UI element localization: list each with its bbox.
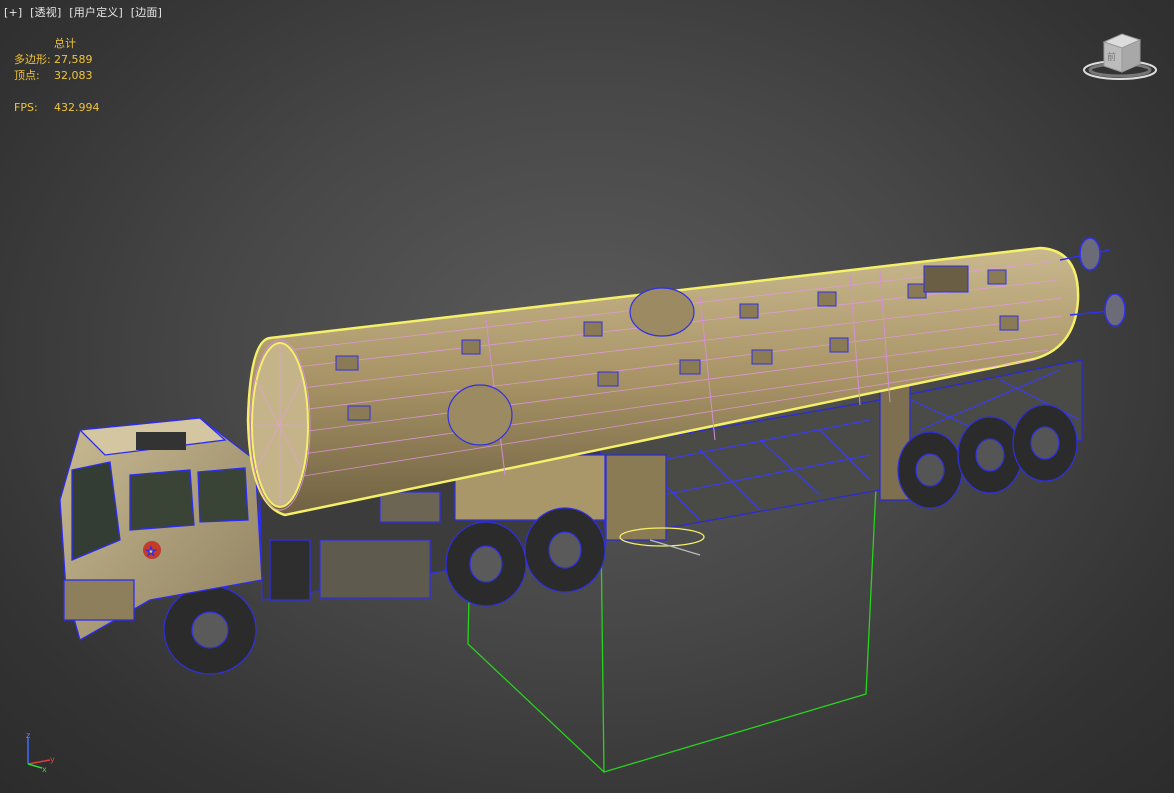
svg-text:★: ★ <box>146 545 156 558</box>
axis-x-label: x <box>42 765 47 772</box>
axis-tripod: z y x <box>26 732 55 772</box>
axis-z-label: z <box>26 732 30 740</box>
viewcube-front-label: 前 <box>1107 51 1116 63</box>
viewport-scene[interactable]: ★ <box>0 0 1174 793</box>
viewcube-widget[interactable]: 前 <box>1082 30 1162 86</box>
axis-y-label: y <box>50 755 55 764</box>
